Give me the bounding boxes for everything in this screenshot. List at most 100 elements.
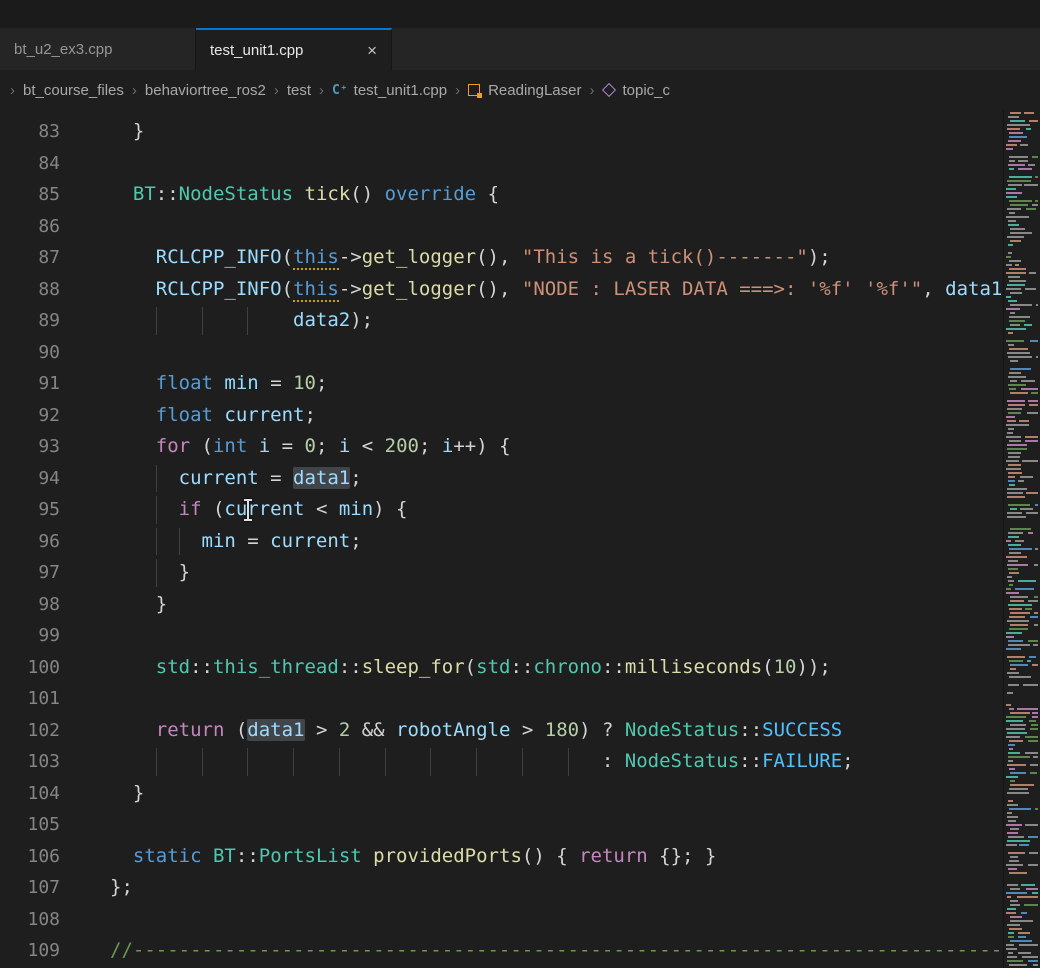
code-line[interactable]: 99 [0, 620, 1004, 652]
tab-bt_u2_ex3.cpp[interactable]: bt_u2_ex3.cpp [0, 28, 196, 70]
line-number[interactable]: 99 [0, 620, 60, 652]
line-number[interactable]: 93 [0, 431, 60, 463]
code-token: }; [110, 876, 133, 898]
line-number[interactable]: 91 [0, 368, 60, 400]
code-line[interactable]: 108 [0, 904, 1004, 936]
line-number[interactable]: 96 [0, 526, 60, 558]
code-text[interactable]: } [110, 557, 190, 589]
breadcrumb-item-bt_course_files[interactable]: bt_course_files [23, 82, 124, 99]
line-number[interactable]: 90 [0, 337, 60, 369]
code-text[interactable]: } [110, 589, 167, 621]
code-line[interactable]: 103 : NodeStatus::FAILURE; [0, 746, 1004, 778]
breadcrumb-item-test[interactable]: test [287, 82, 311, 99]
code-text[interactable]: }; [110, 872, 133, 904]
line-number[interactable]: 107 [0, 872, 60, 904]
line-number[interactable]: 92 [0, 400, 60, 432]
code-line[interactable]: 107}; [0, 872, 1004, 904]
code-text[interactable]: //--------------------------------------… [110, 935, 1002, 967]
code-line[interactable]: 105 [0, 809, 1004, 841]
code-text[interactable]: for (int i = 0; i < 200; i++) { [110, 431, 511, 463]
code-line[interactable]: 86 [0, 211, 1004, 243]
code-text[interactable]: if (current < min) { [110, 494, 407, 526]
code-line[interactable]: 109 //-----------------------------------… [0, 935, 1004, 967]
code-line[interactable]: 96 min = current; [0, 526, 1004, 558]
code-text[interactable]: } [110, 116, 144, 148]
line-number[interactable]: 84 [0, 148, 60, 180]
line-number[interactable]: 89 [0, 305, 60, 337]
code-token: NodeStatus [625, 750, 739, 772]
indent-guide [568, 748, 570, 776]
close-icon[interactable]: × [367, 42, 377, 59]
code-line[interactable]: 87 RCLCPP_INFO(this->get_logger(), "This… [0, 242, 1004, 274]
code-token: :: [156, 183, 179, 205]
indent-guide [156, 307, 158, 335]
breadcrumb-item-behaviortree_ros2[interactable]: behaviortree_ros2 [145, 82, 266, 99]
line-number[interactable]: 104 [0, 778, 60, 810]
line-number[interactable]: 105 [0, 809, 60, 841]
code-text[interactable]: : NodeStatus::FAILURE; [110, 746, 854, 778]
line-number[interactable]: 102 [0, 715, 60, 747]
code-text[interactable]: min = current; [110, 526, 362, 558]
code-text[interactable]: BT::NodeStatus tick() override { [110, 179, 499, 211]
code-line[interactable]: 94 current = data1; [0, 463, 1004, 495]
code-line[interactable]: 100 std::this_thread::sleep_for(std::chr… [0, 652, 1004, 684]
code-text[interactable]: data2); [110, 305, 373, 337]
line-number[interactable]: 98 [0, 589, 60, 621]
line-number[interactable]: 94 [0, 463, 60, 495]
line-number[interactable]: 83 [0, 116, 60, 148]
code-text[interactable]: std::this_thread::sleep_for(std::chrono:… [110, 652, 831, 684]
code-token: "This is a tick()-------" [522, 246, 808, 268]
code-line[interactable]: 101 [0, 683, 1004, 715]
line-number[interactable]: 109 [0, 935, 60, 967]
code-token: static [133, 845, 202, 867]
tab-test_unit1.cpp[interactable]: test_unit1.cpp× [196, 28, 392, 70]
code-line[interactable]: 104 } [0, 778, 1004, 810]
code-line[interactable]: 106 static BT::PortsList providedPorts()… [0, 841, 1004, 873]
code-token: "NODE : LASER DATA ===>: '%f' '%f'" [522, 278, 922, 300]
line-number[interactable]: 97 [0, 557, 60, 589]
code-text[interactable]: RCLCPP_INFO(this->get_logger(), "NODE : … [110, 274, 1004, 306]
code-token [202, 845, 213, 867]
breadcrumb-item-test_unit1.cpp[interactable]: C⁺test_unit1.cpp [332, 82, 447, 99]
breadcrumb-item-topic_c[interactable]: topic_c [602, 82, 670, 99]
line-number[interactable]: 85 [0, 179, 60, 211]
code-line[interactable]: 84 [0, 148, 1004, 180]
editor-tab-bar: bt_u2_ex3.cpptest_unit1.cpp× [0, 28, 1040, 70]
code-line[interactable]: 83 } [0, 116, 1004, 148]
code-line[interactable]: 92 float current; [0, 400, 1004, 432]
code-text[interactable]: float min = 10; [110, 368, 327, 400]
line-number[interactable]: 108 [0, 904, 60, 936]
code-line[interactable]: 95 if (current < min) { [0, 494, 1004, 526]
code-text[interactable]: current = data1; [110, 463, 362, 495]
line-number[interactable]: 95 [0, 494, 60, 526]
code-line[interactable]: 88 RCLCPP_INFO(this->get_logger(), "NODE… [0, 274, 1004, 306]
breadcrumb-item-ReadingLaser[interactable]: ReadingLaser [468, 82, 581, 99]
minimap[interactable] [1003, 110, 1040, 968]
code-token: get_logger [362, 278, 476, 300]
code-editor[interactable]: 83 }8485 BT::NodeStatus tick() override … [0, 110, 1040, 968]
code-text[interactable]: } [110, 778, 144, 810]
code-line[interactable]: 85 BT::NodeStatus tick() override { [0, 179, 1004, 211]
code-line[interactable]: 97 } [0, 557, 1004, 589]
code-line[interactable]: 90 [0, 337, 1004, 369]
code-line[interactable]: 91 float min = 10; [0, 368, 1004, 400]
code-line[interactable]: 93 for (int i = 0; i < 200; i++) { [0, 431, 1004, 463]
code-token: () [350, 183, 384, 205]
line-number[interactable]: 100 [0, 652, 60, 684]
line-number[interactable]: 87 [0, 242, 60, 274]
code-line[interactable]: 98 } [0, 589, 1004, 621]
code-text[interactable]: return (data1 > 2 && robotAngle > 180) ?… [110, 715, 842, 747]
line-number[interactable]: 106 [0, 841, 60, 873]
line-number[interactable]: 86 [0, 211, 60, 243]
line-number[interactable]: 101 [0, 683, 60, 715]
code-text[interactable]: RCLCPP_INFO(this->get_logger(), "This is… [110, 242, 831, 274]
code-text[interactable]: float current; [110, 400, 316, 432]
code-line[interactable]: 89 data2); [0, 305, 1004, 337]
code-line[interactable]: 102 return (data1 > 2 && robotAngle > 18… [0, 715, 1004, 747]
code-text[interactable]: static BT::PortsList providedPorts() { r… [110, 841, 716, 873]
line-number[interactable]: 103 [0, 746, 60, 778]
line-number[interactable]: 88 [0, 274, 60, 306]
code-token [110, 404, 156, 426]
code-area[interactable]: 83 }8485 BT::NodeStatus tick() override … [0, 110, 1004, 968]
code-token: () { [522, 845, 579, 867]
